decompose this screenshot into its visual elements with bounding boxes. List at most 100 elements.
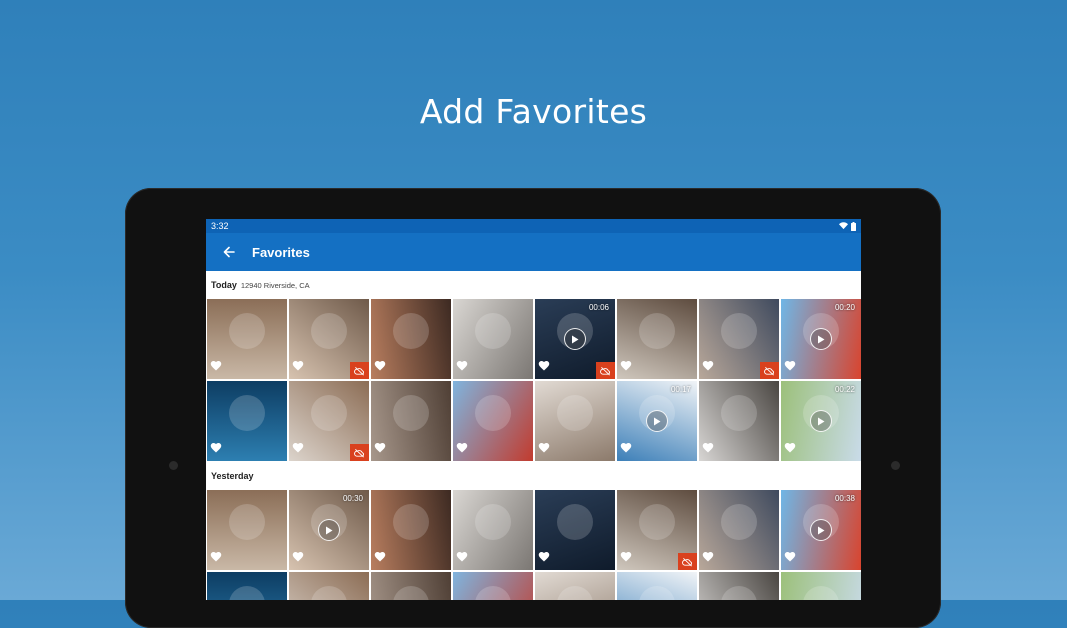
photo-tile[interactable] [535, 572, 615, 600]
photo-tile[interactable] [289, 299, 369, 379]
photo-tile[interactable] [371, 490, 451, 570]
arrow-back-icon [223, 246, 235, 258]
play-icon [654, 417, 661, 425]
favorite-button[interactable] [538, 440, 550, 458]
favorite-button[interactable] [456, 440, 468, 458]
favorite-button[interactable] [620, 440, 632, 458]
photo-tile[interactable] [617, 572, 697, 600]
photo-tile[interactable] [453, 490, 533, 570]
section-location: 12940 Riverside, CA [240, 280, 310, 290]
photo-tile[interactable]: 00:06 [535, 299, 615, 379]
favorite-button[interactable] [456, 358, 468, 376]
battery-icon [851, 221, 856, 231]
photo-tile[interactable] [699, 490, 779, 570]
play-button[interactable] [318, 519, 340, 541]
photo-tile[interactable] [453, 381, 533, 461]
wifi-icon [839, 222, 848, 230]
photo-subject [229, 395, 265, 431]
photo-tile[interactable] [699, 572, 779, 600]
cloud-off-badge [350, 362, 369, 379]
favorite-button[interactable] [210, 358, 222, 376]
favorite-button[interactable] [620, 358, 632, 376]
photo-tile[interactable] [207, 299, 287, 379]
camera-sensor [891, 461, 900, 470]
heart-icon [292, 361, 304, 371]
photo-tile[interactable] [289, 381, 369, 461]
photo-tile[interactable] [617, 299, 697, 379]
favorite-button[interactable] [374, 549, 386, 567]
photo-tile[interactable]: 00:38 [781, 490, 861, 570]
favorite-button[interactable] [374, 358, 386, 376]
heart-icon [292, 552, 304, 562]
favorite-button[interactable] [784, 358, 796, 376]
favorite-button[interactable] [620, 549, 632, 567]
heart-icon [784, 443, 796, 453]
play-icon [572, 335, 579, 343]
heart-icon [702, 361, 714, 371]
heart-icon [702, 552, 714, 562]
favorite-button[interactable] [538, 358, 550, 376]
photo-tile[interactable] [371, 299, 451, 379]
favorite-button[interactable] [456, 549, 468, 567]
favorites-list[interactable]: Today 12940 Riverside, CA 00:06 00:20 00:1… [206, 271, 861, 600]
photo-tile[interactable] [207, 381, 287, 461]
photo-tile[interactable] [699, 381, 779, 461]
favorite-button[interactable] [784, 549, 796, 567]
back-button[interactable] [206, 233, 252, 271]
heart-icon [374, 552, 386, 562]
heart-icon [702, 443, 714, 453]
video-duration: 00:06 [588, 303, 609, 312]
favorite-button[interactable] [292, 358, 304, 376]
camera-sensor [169, 461, 178, 470]
photo-tile[interactable] [207, 490, 287, 570]
photo-subject [721, 395, 757, 431]
favorite-button[interactable] [292, 549, 304, 567]
heart-icon [374, 361, 386, 371]
photo-tile[interactable] [289, 572, 369, 600]
play-icon [818, 417, 825, 425]
favorite-button[interactable] [210, 549, 222, 567]
favorite-button[interactable] [702, 440, 714, 458]
photo-tile[interactable] [617, 490, 697, 570]
cloud-off-badge [596, 362, 615, 379]
app-bar-title: Favorites [252, 244, 310, 260]
cloud-off-icon [354, 448, 364, 457]
play-button[interactable] [564, 328, 586, 350]
photo-tile[interactable] [453, 299, 533, 379]
heart-icon [456, 552, 468, 562]
photo-tile[interactable] [535, 490, 615, 570]
favorite-button[interactable] [374, 440, 386, 458]
photo-tile[interactable]: 00:20 [781, 299, 861, 379]
photo-tile[interactable] [535, 381, 615, 461]
photo-tile[interactable]: 00:30 [289, 490, 369, 570]
favorite-button[interactable] [702, 358, 714, 376]
favorite-button[interactable] [210, 440, 222, 458]
photo-tile[interactable] [453, 572, 533, 600]
photo-tile[interactable] [699, 299, 779, 379]
heart-icon [292, 443, 304, 453]
favorite-button[interactable] [702, 549, 714, 567]
photo-tile[interactable] [371, 381, 451, 461]
favorite-button[interactable] [538, 549, 550, 567]
photo-subject [393, 504, 429, 540]
play-button[interactable] [810, 410, 832, 432]
photo-tile[interactable] [371, 572, 451, 600]
photo-subject [639, 586, 675, 600]
play-button[interactable] [646, 410, 668, 432]
play-button[interactable] [810, 519, 832, 541]
video-duration: 00:20 [834, 303, 855, 312]
photo-tile[interactable]: 00:22 [781, 381, 861, 461]
play-button[interactable] [810, 328, 832, 350]
cloud-off-badge [678, 553, 697, 570]
heart-icon [620, 361, 632, 371]
photo-tile[interactable]: 00:17 [617, 381, 697, 461]
favorite-button[interactable] [784, 440, 796, 458]
photo-subject [639, 313, 675, 349]
section-title: Today [211, 280, 237, 290]
photo-subject [475, 586, 511, 600]
heart-icon [210, 361, 222, 371]
photo-tile[interactable] [781, 572, 861, 600]
favorite-button[interactable] [292, 440, 304, 458]
photo-tile[interactable] [207, 572, 287, 600]
photo-subject [229, 586, 265, 600]
